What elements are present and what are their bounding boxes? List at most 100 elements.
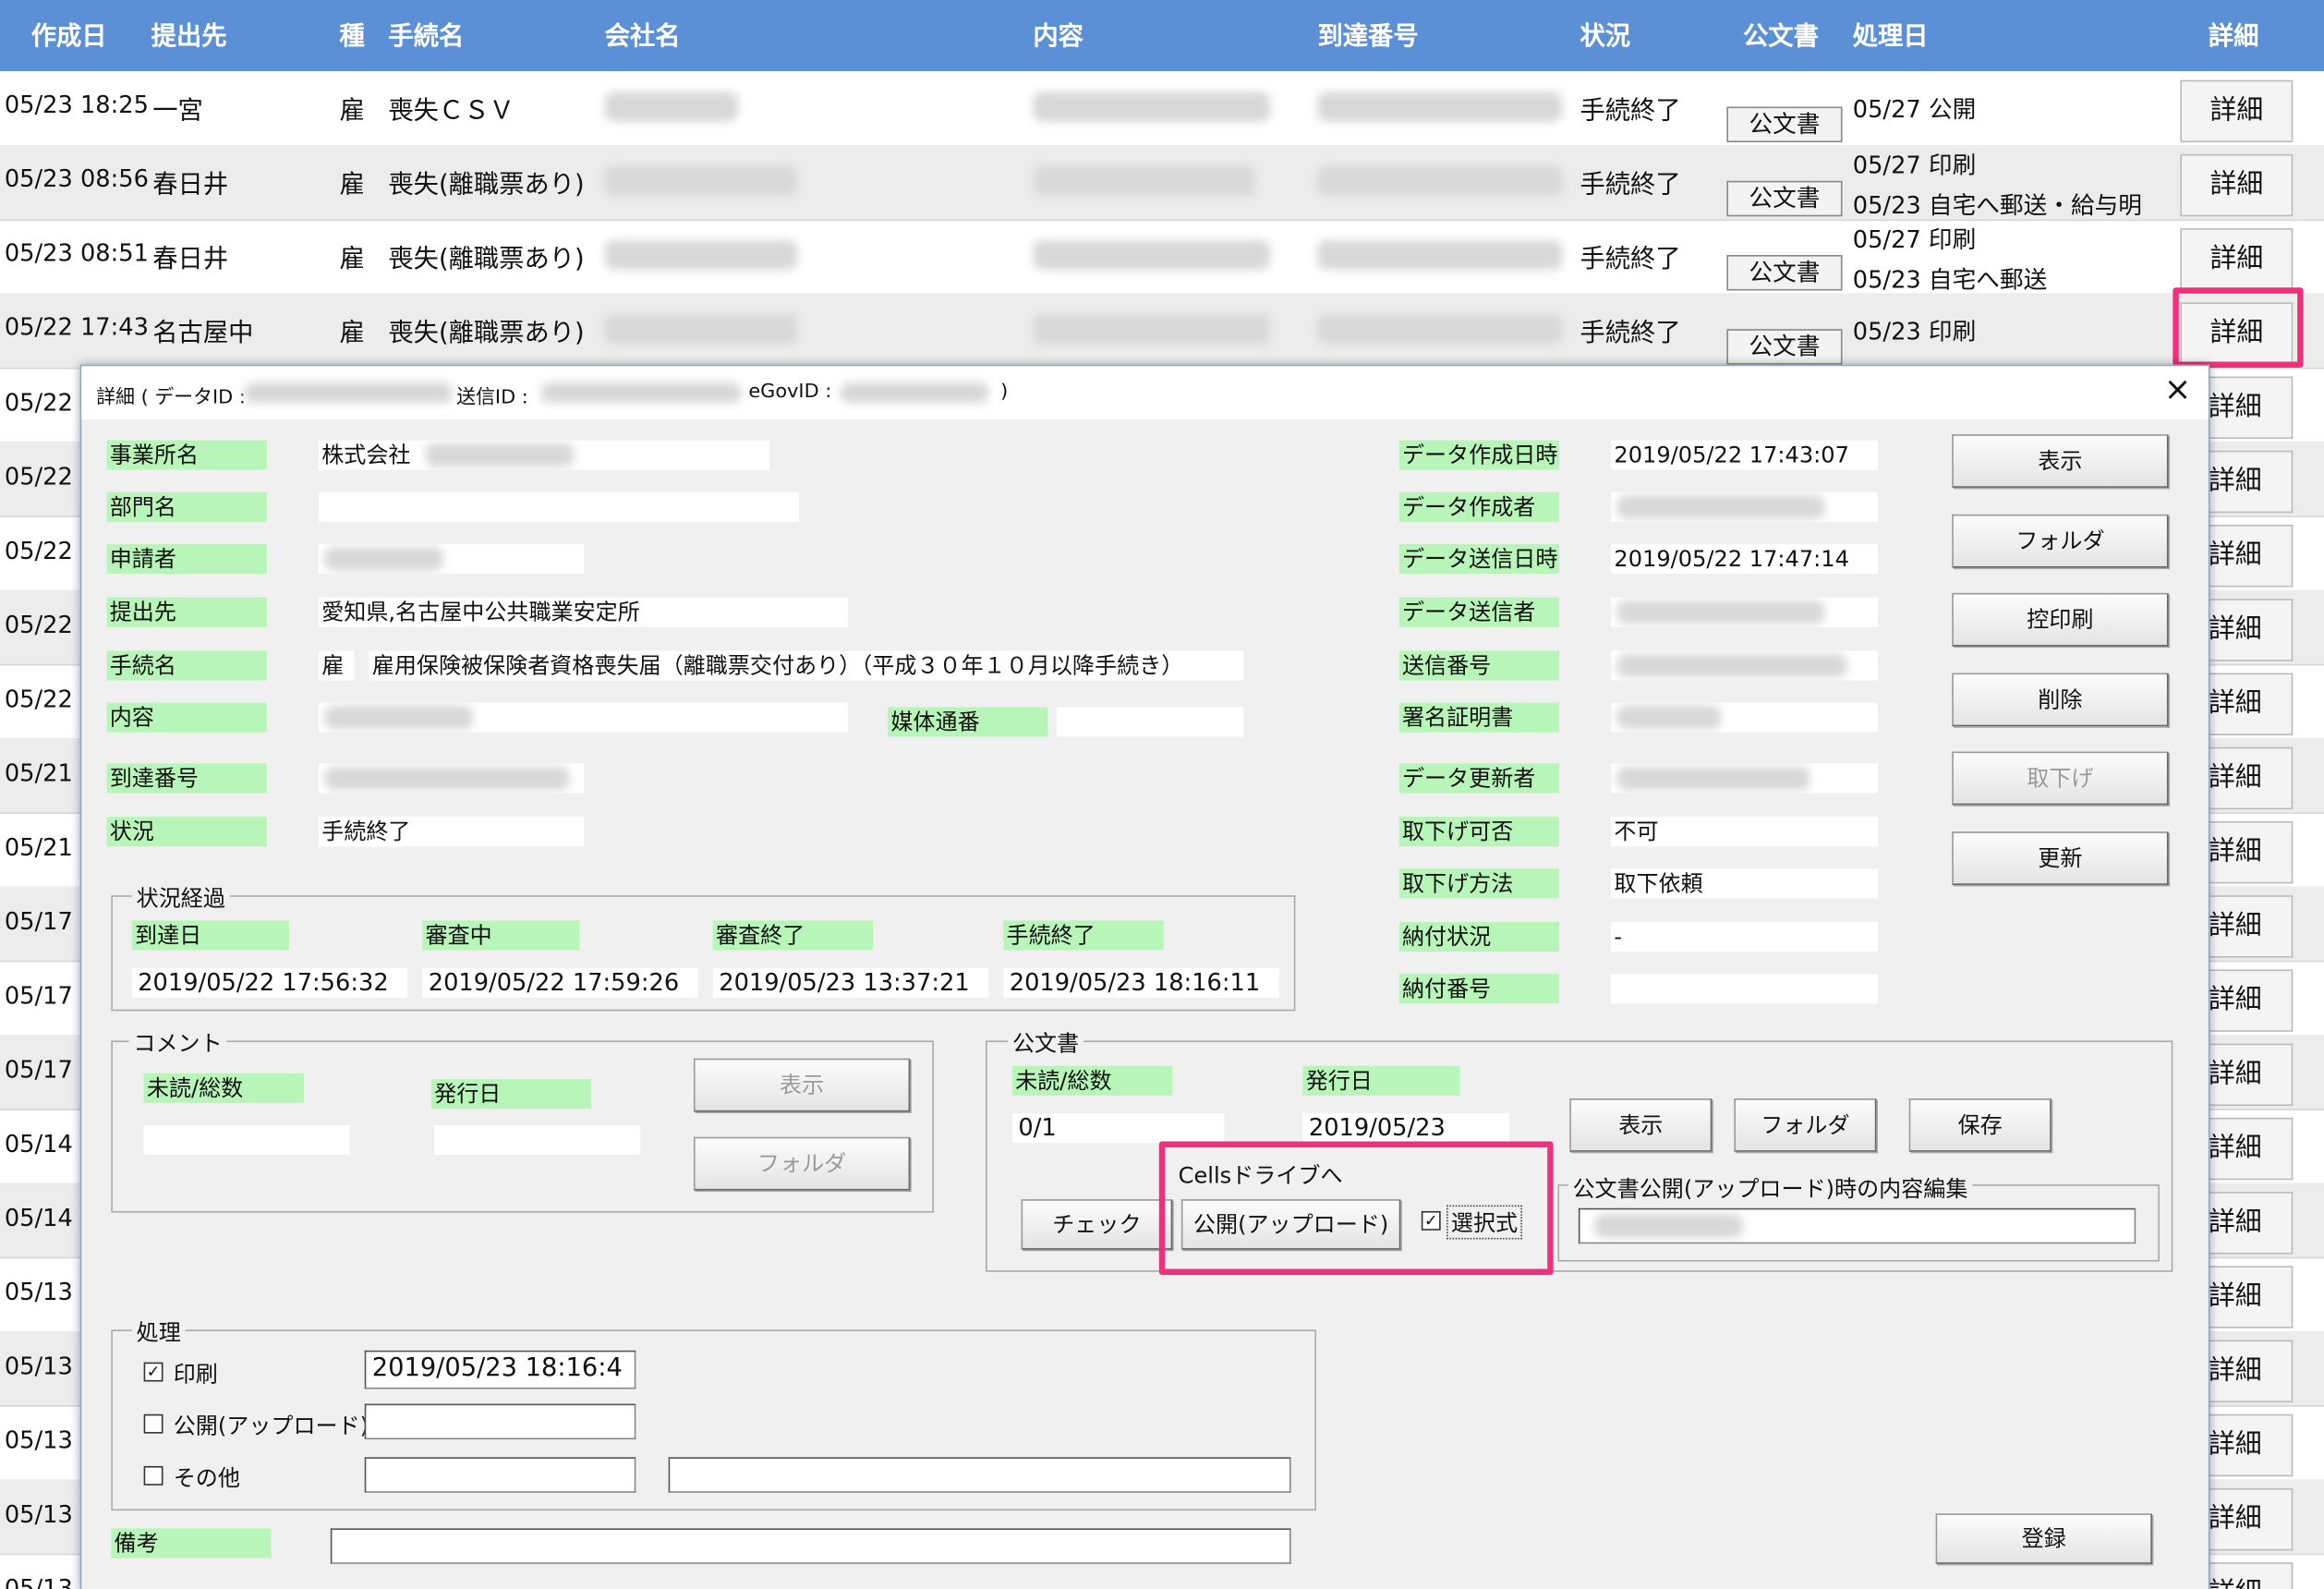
- arrival-redacted: [324, 766, 570, 791]
- official-doc-button[interactable]: 公文書: [1726, 254, 1843, 291]
- arrival-redacted: [1317, 165, 1563, 196]
- row-procdate: 05/27 印刷: [1852, 224, 1977, 254]
- row-proc: 喪失(離職票あり): [388, 170, 585, 200]
- comment-show-button[interactable]: 表示: [693, 1058, 911, 1112]
- label-media: 媒体通番: [888, 707, 1048, 737]
- row-proc: 喪失(離職票あり): [388, 244, 585, 274]
- other-checkbox[interactable]: [143, 1465, 163, 1486]
- row-date: 05/13: [4, 1574, 73, 1589]
- print-checkbox[interactable]: ✓: [143, 1362, 163, 1382]
- row-procdate-2: 05/23 自宅へ郵送: [1852, 265, 2048, 294]
- detail-button[interactable]: 詳細: [2207, 969, 2294, 1032]
- value-withdraw-method: 取下依頼: [1611, 868, 1879, 899]
- row-status: 手続終了: [1580, 318, 1681, 349]
- detail-button[interactable]: 詳細: [2180, 153, 2294, 217]
- delete-button[interactable]: 削除: [1952, 673, 2169, 727]
- row-date: 05/22 17:43: [4, 312, 149, 342]
- label-sent: データ送信日時: [1398, 543, 1560, 574]
- label-withdraw-method: 取下げ方法: [1398, 868, 1560, 899]
- cert-redacted: [1616, 705, 1721, 730]
- table-row[interactable]: 05/23 08:56 春日井 雇 喪失(離職票あり) 手続終了 公文書 05/…: [0, 145, 2324, 222]
- detail-button[interactable]: 詳細: [2207, 376, 2294, 439]
- memo-input[interactable]: [330, 1528, 1291, 1564]
- detail-button[interactable]: 詳細: [2207, 450, 2294, 514]
- publish-checkbox[interactable]: [143, 1413, 163, 1434]
- value-sender: [1611, 597, 1879, 627]
- detail-button[interactable]: 詳細: [2207, 599, 2294, 661]
- detail-button[interactable]: 詳細: [2207, 1340, 2294, 1402]
- detail-button[interactable]: 詳細: [2207, 1117, 2294, 1181]
- other-text-input[interactable]: [668, 1457, 1291, 1493]
- col-header-date[interactable]: 作成日: [31, 15, 107, 52]
- update-button[interactable]: 更新: [1952, 831, 2169, 885]
- creator-redacted: [1616, 494, 1825, 519]
- detail-button[interactable]: 詳細: [2207, 1488, 2294, 1551]
- office-redacted: [425, 443, 574, 467]
- official-doc-button[interactable]: 公文書: [1726, 329, 1843, 365]
- print-copy-button[interactable]: 控印刷: [1952, 592, 2169, 647]
- col-header-kind[interactable]: 種: [339, 15, 364, 52]
- detail-button[interactable]: 詳細: [2180, 228, 2294, 291]
- row-dest: 春日井: [152, 244, 229, 274]
- label-proc: 手続名: [106, 650, 267, 681]
- sendno-redacted: [1616, 653, 1847, 678]
- official-check-button[interactable]: チェック: [1021, 1199, 1173, 1250]
- publish-date-input[interactable]: [364, 1403, 636, 1440]
- label-payment-no: 納付番号: [1398, 974, 1560, 1004]
- detail-button[interactable]: 詳細: [2207, 746, 2294, 810]
- table-row[interactable]: 05/22 17:43 名古屋中 雇 喪失(離職票あり) 手続終了 公文書 05…: [0, 293, 2324, 370]
- row-date: 05/23 08:56: [4, 164, 149, 193]
- comment-issue-value: [434, 1124, 641, 1155]
- col-header-content[interactable]: 内容: [1033, 15, 1083, 52]
- print-date-input[interactable]: 2019/05/23 18:16:4: [364, 1350, 636, 1389]
- row-kind: 雇: [339, 96, 365, 127]
- col-header-proc[interactable]: 手続名: [388, 15, 464, 52]
- withdraw-button[interactable]: 取下げ: [1952, 751, 2169, 806]
- value-status: 手続終了: [318, 817, 585, 847]
- highlight-cells-drive: [1158, 1141, 1554, 1275]
- detail-button[interactable]: 詳細: [2207, 1266, 2294, 1328]
- dialog-title-send: 送信ID :: [456, 386, 528, 409]
- row-kind: 雇: [339, 170, 365, 200]
- other-date-input[interactable]: [364, 1457, 636, 1493]
- col-header-detail[interactable]: 詳細: [2209, 15, 2259, 52]
- progress-title: 状況経過: [131, 881, 230, 914]
- detail-button[interactable]: 詳細: [2207, 525, 2294, 588]
- official-doc-button[interactable]: 公文書: [1726, 106, 1843, 143]
- show-button[interactable]: 表示: [1952, 434, 2169, 488]
- detail-button[interactable]: 詳細: [2207, 673, 2294, 735]
- detail-button[interactable]: 詳細: [2207, 1043, 2294, 1107]
- register-button[interactable]: 登録: [1935, 1513, 2152, 1564]
- value-cert: [1611, 702, 1879, 733]
- row-date: 05/21: [4, 832, 73, 862]
- col-header-procdate[interactable]: 処理日: [1853, 15, 1929, 52]
- table-row[interactable]: 05/23 18:25 一宮 雇 喪失ＣＳＶ 手続終了 公文書 05/27 公開…: [0, 71, 2324, 147]
- detail-dialog: 詳細 ( データID : 送信ID : eGovID : ) × 事業所名 株式…: [79, 364, 2210, 1589]
- col-header-status[interactable]: 状況: [1580, 15, 1631, 52]
- col-header-arrival[interactable]: 到達番号: [1317, 15, 1418, 52]
- edit-content-input[interactable]: [1578, 1207, 2136, 1244]
- value-created: 2019/05/22 17:43:07: [1611, 440, 1879, 470]
- detail-button[interactable]: 詳細: [2207, 1192, 2294, 1255]
- progress-label-arrival: 到達日: [131, 920, 289, 951]
- detail-button[interactable]: 詳細: [2207, 1562, 2294, 1589]
- progress-value-review: 2019/05/22 17:59:26: [422, 967, 698, 998]
- table-row[interactable]: 05/23 08:51 春日井 雇 喪失(離職票あり) 手続終了 公文書 05/…: [0, 219, 2324, 296]
- official-folder-button[interactable]: フォルダ: [1734, 1098, 1877, 1152]
- col-header-company[interactable]: 会社名: [605, 15, 681, 52]
- comment-folder-button[interactable]: フォルダ: [693, 1136, 911, 1191]
- close-icon[interactable]: ×: [2164, 372, 2192, 409]
- label-sendno: 送信番号: [1398, 650, 1560, 681]
- detail-button[interactable]: 詳細: [2180, 79, 2294, 143]
- detail-button[interactable]: 詳細: [2207, 820, 2294, 884]
- official-doc-button[interactable]: 公文書: [1726, 180, 1843, 217]
- detail-button[interactable]: 詳細: [2207, 895, 2294, 958]
- detail-button[interactable]: 詳細: [2207, 1413, 2294, 1477]
- col-header-dest[interactable]: 提出先: [151, 15, 227, 52]
- row-date: 05/13: [4, 1425, 73, 1455]
- folder-button[interactable]: フォルダ: [1952, 514, 2169, 568]
- col-header-doc[interactable]: 公文書: [1743, 15, 1819, 52]
- official-save-button[interactable]: 保存: [1908, 1098, 2052, 1152]
- content-redacted: [1033, 239, 1271, 271]
- official-show-button[interactable]: 表示: [1569, 1098, 1713, 1152]
